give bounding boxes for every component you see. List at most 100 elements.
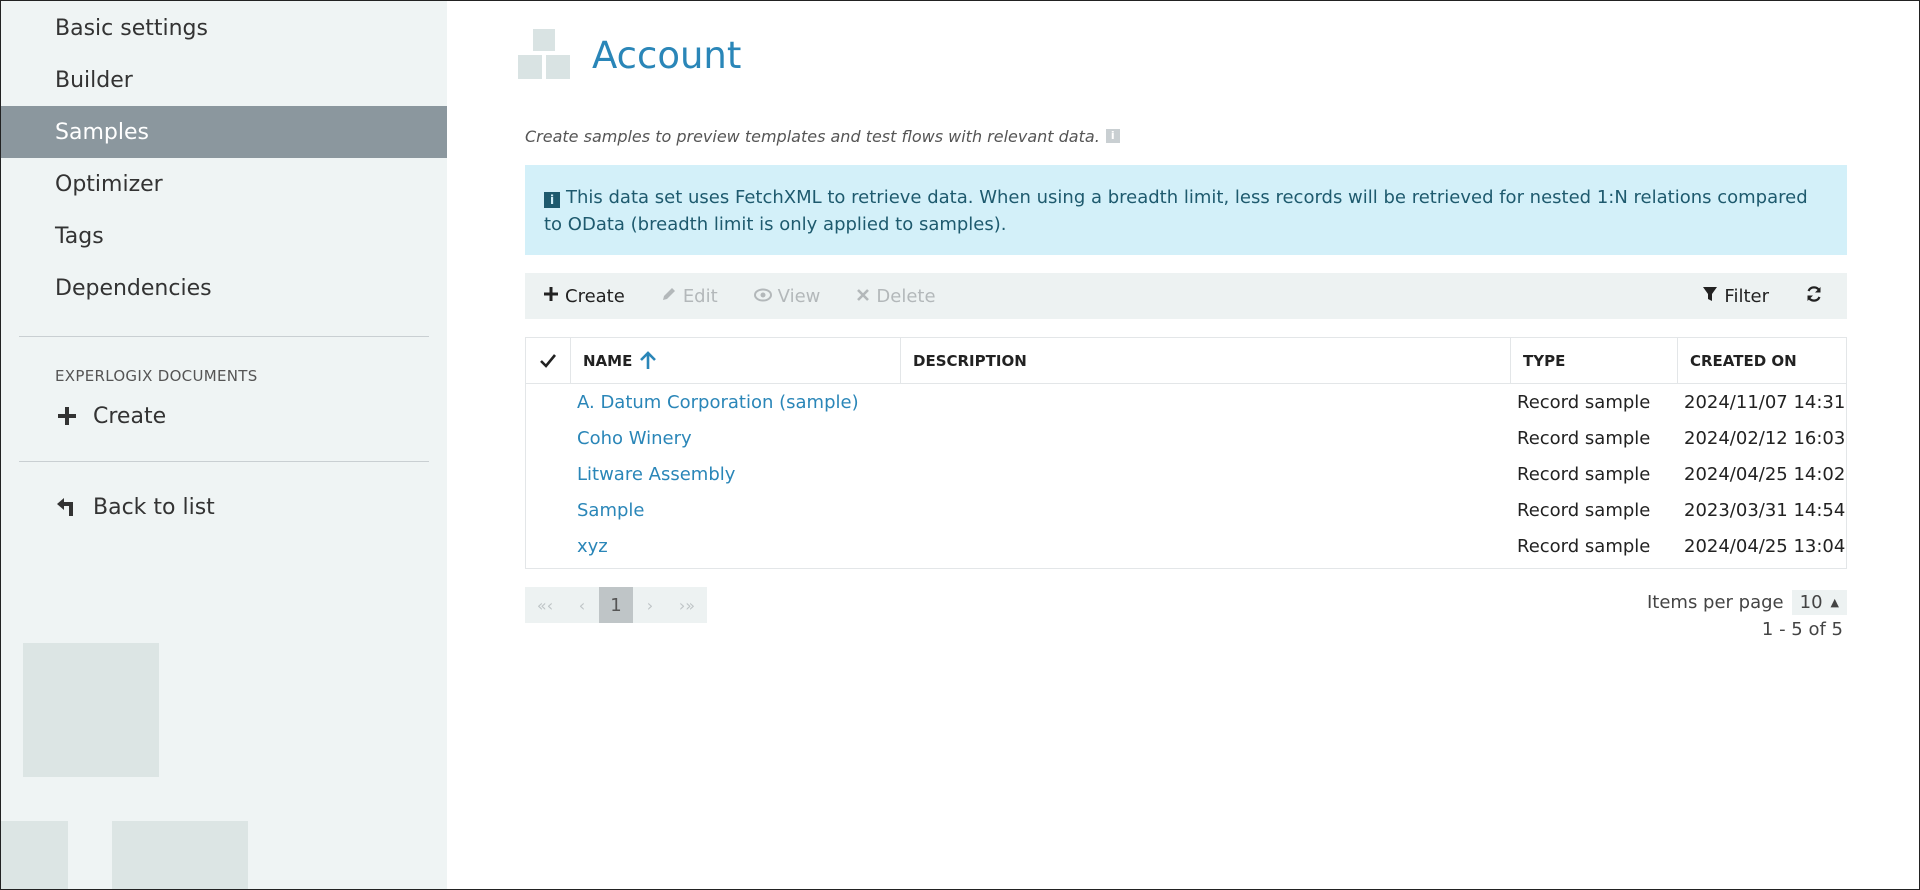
pager-range: 1 - 5 of 5 (1761, 619, 1843, 640)
sort-ascending-icon (640, 350, 657, 369)
pagination-row: «‹ ‹ 1 › ›» Items per page 10 ▲ 1 - 5 of… (525, 587, 1847, 640)
decorative-block (112, 821, 248, 889)
row-type: Record sample (1517, 499, 1651, 521)
toolbar-right: Filter (1666, 285, 1829, 308)
page-number-button[interactable]: 1 (599, 587, 633, 623)
column-header-created-on[interactable]: CREATED ON (1678, 338, 1846, 383)
sidebar-nav: Basic settings Builder Samples Optimizer… (1, 1, 447, 314)
column-header-name-label: NAME (583, 351, 633, 370)
last-page-button[interactable]: ›» (667, 587, 707, 623)
prev-page-button[interactable]: ‹ (565, 587, 599, 623)
samples-grid: NAME DESCRIPTION TYPE CREATED ON A. Datu… (525, 337, 1847, 569)
row-name-link[interactable]: Litware Assembly (577, 464, 735, 485)
create-button-label: Create (565, 285, 625, 307)
table-row[interactable]: Sample Record sample 2023/03/31 14:54 (526, 492, 1846, 528)
caret-up-icon: ▲ (1830, 595, 1839, 609)
grid-header: NAME DESCRIPTION TYPE CREATED ON (526, 338, 1846, 384)
refresh-button[interactable] (1805, 285, 1829, 308)
info-alert: i This data set uses FetchXML to retrieve… (525, 165, 1847, 255)
sidebar-item-basic-settings[interactable]: Basic settings (1, 2, 447, 54)
row-created-on: 2024/11/07 14:31 (1684, 391, 1846, 413)
next-page-button[interactable]: › (633, 587, 667, 623)
sidebar-create-button[interactable]: Create (1, 391, 447, 441)
sidebar-item-builder[interactable]: Builder (1, 54, 447, 106)
decorative-block (23, 643, 159, 777)
info-alert-text: This data set uses FetchXML to retrieve … (544, 187, 1808, 235)
table-row[interactable]: Coho Winery Record sample 2024/02/12 16:… (526, 420, 1846, 456)
page-subtitle: Create samples to preview templates and … (525, 121, 1847, 151)
delete-button[interactable]: Delete (856, 285, 936, 307)
first-page-button[interactable]: «‹ (525, 587, 565, 623)
row-name-link[interactable]: xyz (577, 536, 608, 557)
plus-icon (55, 406, 79, 426)
view-button[interactable]: View (753, 285, 821, 307)
table-row[interactable]: Litware Assembly Record sample 2024/04/2… (526, 456, 1846, 492)
items-per-page-label: Items per page (1646, 591, 1784, 613)
view-button-label: View (777, 285, 821, 307)
row-name-link[interactable]: Coho Winery (577, 428, 692, 449)
sidebar-item-label: Basic settings (55, 15, 208, 41)
check-icon (540, 353, 557, 368)
delete-button-label: Delete (876, 285, 936, 307)
filter-button-label: Filter (1724, 285, 1769, 307)
table-row[interactable]: xyz Record sample 2024/04/25 13:04 (526, 528, 1846, 564)
sidebar-item-label: Dependencies (55, 275, 212, 301)
sidebar-create-label: Create (93, 403, 167, 429)
eye-icon (753, 286, 772, 307)
column-header-created-label: CREATED ON (1690, 351, 1797, 370)
sidebar-item-optimizer[interactable]: Optimizer (1, 158, 447, 210)
info-icon[interactable]: i (1105, 129, 1120, 143)
sidebar-item-tags[interactable]: Tags (1, 210, 447, 262)
row-created-on: 2024/02/12 16:03 (1684, 427, 1846, 449)
grid-body: A. Datum Corporation (sample) Record sam… (526, 384, 1846, 568)
row-name-link[interactable]: A. Datum Corporation (sample) (577, 392, 859, 413)
back-to-list-button[interactable]: Back to list (1, 482, 447, 532)
table-row[interactable]: A. Datum Corporation (sample) Record sam… (526, 384, 1846, 420)
sidebar-divider (19, 461, 429, 462)
sidebar: Basic settings Builder Samples Optimizer… (1, 1, 447, 889)
filter-button[interactable]: Filter (1702, 286, 1769, 307)
sidebar-item-label: Optimizer (55, 171, 163, 197)
column-header-description[interactable]: DESCRIPTION (901, 338, 1511, 383)
items-per-page-value: 10 (1799, 591, 1823, 613)
create-button[interactable]: Create (543, 286, 625, 307)
column-header-description-label: DESCRIPTION (913, 351, 1027, 370)
decorative-block (1, 821, 68, 889)
row-created-on: 2024/04/25 14:02 (1684, 463, 1846, 485)
items-per-page: Items per page 10 ▲ 1 - 5 of 5 (1647, 587, 1847, 640)
back-arrow-icon (55, 496, 79, 518)
select-all-checkbox[interactable] (526, 338, 571, 383)
edit-button[interactable]: Edit (661, 286, 718, 307)
column-header-type-label: TYPE (1523, 351, 1566, 370)
close-icon (856, 286, 870, 307)
row-name-link[interactable]: Sample (577, 500, 645, 521)
plus-icon (543, 286, 559, 307)
sidebar-section-title: EXPERLOGIX DOCUMENTS (55, 367, 258, 385)
sidebar-item-label: Samples (55, 119, 149, 145)
row-type: Record sample (1517, 427, 1651, 449)
info-icon: i (544, 192, 560, 208)
items-per-page-select[interactable]: 10 ▲ (1791, 589, 1847, 615)
page-title: Account (592, 33, 742, 77)
sidebar-item-samples[interactable]: Samples (1, 106, 447, 158)
pager: «‹ ‹ 1 › ›» (525, 587, 707, 623)
row-created-on: 2023/03/31 14:54 (1684, 499, 1846, 521)
grid-toolbar: Create Edit View Delete Filter (525, 273, 1847, 319)
filter-icon (1702, 286, 1718, 307)
sidebar-item-label: Builder (55, 67, 133, 93)
sidebar-item-dependencies[interactable]: Dependencies (1, 262, 447, 314)
column-header-type[interactable]: TYPE (1511, 338, 1678, 383)
row-type: Record sample (1517, 391, 1651, 413)
refresh-icon (1805, 285, 1823, 308)
edit-button-label: Edit (682, 285, 718, 307)
page-header: Account (518, 1, 1847, 109)
row-created-on: 2024/04/25 13:04 (1684, 535, 1846, 557)
back-to-list-label: Back to list (93, 494, 215, 520)
column-header-name[interactable]: NAME (571, 338, 901, 383)
sidebar-item-label: Tags (55, 223, 104, 249)
row-type: Record sample (1517, 463, 1651, 485)
pencil-icon (661, 286, 677, 307)
page-subtitle-text: Create samples to preview templates and … (525, 126, 1100, 146)
row-type: Record sample (1517, 535, 1651, 557)
main-content: Account Create samples to preview templa… (518, 1, 1847, 640)
